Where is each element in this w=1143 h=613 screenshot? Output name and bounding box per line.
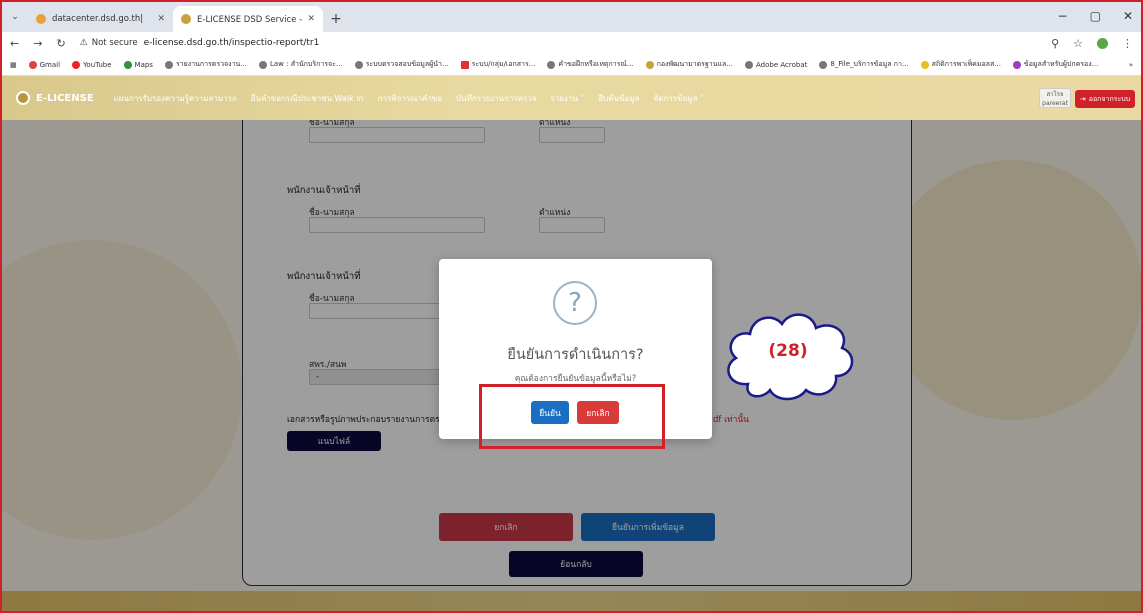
reload-icon[interactable]: ↻ bbox=[56, 37, 65, 50]
bookmark-item[interactable]: Gmail bbox=[28, 60, 60, 69]
bookmark-item[interactable]: ระบบ/กลุ่ม/เอกสาร... bbox=[460, 59, 535, 70]
question-icon: ? bbox=[553, 281, 597, 325]
menu-item-reports[interactable]: รายงาน ˅ bbox=[550, 92, 584, 105]
logout-button[interactable]: ⇥ ออกจากระบบ bbox=[1075, 90, 1135, 108]
back-arrow-icon[interactable]: ← bbox=[10, 37, 19, 50]
menu-item-plan[interactable]: แผนการรับรองความรู้ความสามารถ bbox=[114, 92, 237, 105]
new-tab-button[interactable]: + bbox=[323, 6, 349, 32]
close-window-button[interactable]: ✕ bbox=[1123, 9, 1133, 23]
bookmark-star-icon[interactable]: ☆ bbox=[1073, 37, 1083, 50]
tab-search-icon[interactable]: ⌄ bbox=[2, 4, 28, 30]
close-tab-icon[interactable]: ✕ bbox=[157, 14, 165, 24]
dialog-title: ยืนยันการดำเนินการ? bbox=[507, 347, 644, 363]
zoom-icon[interactable]: ⚲ bbox=[1051, 37, 1059, 50]
window-controls: − ▢ ✕ bbox=[1058, 9, 1133, 23]
menu-item-walk-in[interactable]: ยื่นคำขอกรณีประชาชน Walk in bbox=[251, 92, 364, 105]
bookmark-item[interactable]: คำขอฝึกหรือเหตุการณ์... bbox=[547, 59, 634, 70]
bookmark-item[interactable]: YouTube bbox=[72, 60, 112, 69]
more-bookmarks-icon[interactable]: » bbox=[1129, 61, 1133, 69]
profile-avatar[interactable] bbox=[1097, 37, 1108, 49]
favicon-icon bbox=[36, 14, 46, 24]
youtube-icon bbox=[72, 60, 81, 69]
user-badge[interactable]: สาโรจ pareerat bbox=[1039, 88, 1071, 108]
bookmark-item[interactable]: สถิติการพาเพ็คมอลส... bbox=[920, 59, 1001, 70]
menu-item-review[interactable]: การพิจารณาคำขอ bbox=[378, 92, 442, 105]
browser-tab-strip: ⌄ datacenter.dsd.go.th| ✕ E-LICENSE DSD … bbox=[2, 2, 1141, 32]
browser-tab[interactable]: datacenter.dsd.go.th| ✕ bbox=[28, 6, 173, 32]
site-logo[interactable]: E-LICENSE bbox=[16, 91, 94, 105]
minimize-button[interactable]: − bbox=[1058, 9, 1068, 23]
logo-icon bbox=[16, 91, 30, 105]
flag-icon bbox=[460, 60, 469, 69]
menu-item-search[interactable]: สืบค้นข้อมูล bbox=[598, 92, 639, 105]
bookmarks-bar: ▦ Gmail YouTube Maps รายงานการตรวจงาน...… bbox=[2, 54, 1141, 76]
globe-icon bbox=[258, 60, 267, 69]
globe-icon bbox=[819, 60, 828, 69]
tab-title: datacenter.dsd.go.th| bbox=[52, 14, 144, 24]
menu-item-inspection-report[interactable]: บันทึกรายงานการตรวจ bbox=[456, 92, 536, 105]
bookmark-item[interactable]: ข้อมูลสำหรับผู้ปกครอง... bbox=[1012, 59, 1098, 70]
logout-icon: ⇥ bbox=[1079, 95, 1086, 103]
close-tab-icon[interactable]: ✕ bbox=[307, 14, 315, 24]
bookmark-item[interactable]: ระบบตรวจสอบข้อมูลผู้นำ... bbox=[354, 59, 449, 70]
gmail-icon bbox=[28, 60, 37, 69]
highlight-box bbox=[479, 384, 665, 449]
url-text: e-license.dsd.go.th/inspectio-report/tr1 bbox=[143, 38, 320, 48]
main-menu: แผนการรับรองความรู้ความสามารถ ยื่นคำขอกร… bbox=[114, 92, 704, 105]
browser-tab-active[interactable]: E-LICENSE DSD Service - ระบบใ... ✕ bbox=[173, 6, 323, 32]
dialog-message: คุณต้องการยืนยันข้อมูลนี้หรือไม่? bbox=[514, 374, 637, 384]
site-header: E-LICENSE แผนการรับรองความรู้ความสามารถ … bbox=[2, 76, 1141, 120]
maps-icon bbox=[123, 60, 132, 69]
globe-icon bbox=[745, 60, 753, 69]
browser-menu-icon[interactable]: ⋮ bbox=[1122, 37, 1133, 50]
url-field[interactable]: ⚠ Not secure e-license.dsd.go.th/inspect… bbox=[80, 34, 1051, 52]
bookmark-item[interactable]: 8_File_บริการข้อมูล กา... bbox=[819, 59, 909, 70]
tab-title: E-LICENSE DSD Service - ระบบใ... bbox=[197, 15, 303, 25]
bookmark-item[interactable]: กองพัฒนามาตรฐานแล... bbox=[645, 59, 733, 70]
apps-grid-icon[interactable]: ▦ bbox=[10, 61, 17, 69]
step-number: (28) bbox=[768, 341, 808, 361]
bookmark-item[interactable]: Law : สำนักบริการจะ... bbox=[258, 59, 343, 70]
favicon-icon bbox=[181, 14, 191, 24]
security-label: Not secure bbox=[91, 38, 138, 48]
globe-icon bbox=[1012, 60, 1021, 69]
bookmark-item[interactable]: Maps bbox=[123, 60, 153, 69]
seal-icon bbox=[645, 60, 654, 69]
warning-icon: ⚠ bbox=[79, 38, 88, 48]
address-bar-row: ← → ↻ ⚠ Not secure e-license.dsd.go.th/i… bbox=[2, 32, 1141, 54]
bookmark-item[interactable]: รายงานการตรวจงาน... bbox=[164, 59, 247, 70]
globe-icon bbox=[547, 60, 556, 69]
lightning-icon bbox=[920, 60, 929, 69]
maximize-button[interactable]: ▢ bbox=[1090, 9, 1101, 23]
forward-arrow-icon[interactable]: → bbox=[33, 37, 42, 50]
globe-icon bbox=[164, 60, 173, 69]
bookmark-item[interactable]: Adobe Acrobat bbox=[745, 60, 807, 69]
globe-icon bbox=[354, 60, 363, 69]
menu-item-manage-data[interactable]: จัดการข้อมูล ˅ bbox=[654, 92, 705, 105]
